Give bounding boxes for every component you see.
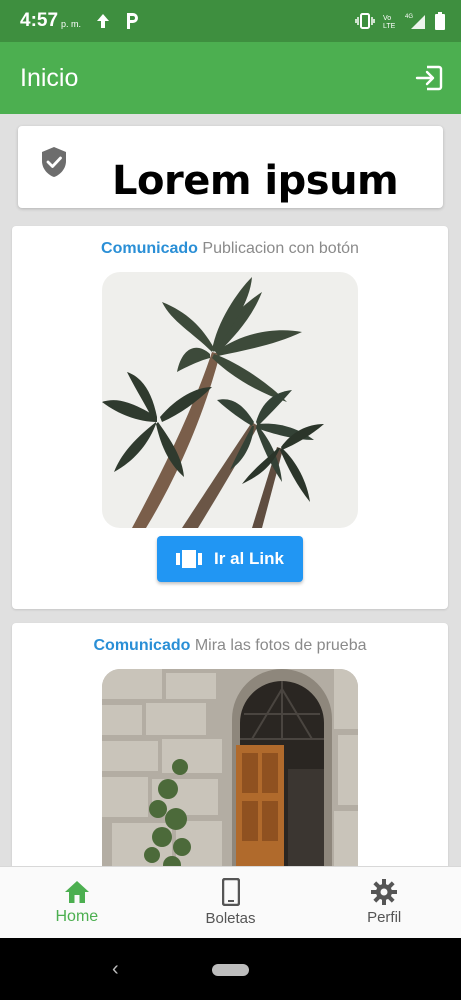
logout-button[interactable] [413, 62, 445, 94]
status-bar: 4:57 p. m. Vo LTE 4G [0, 0, 461, 42]
nav-item-home[interactable]: Home [0, 867, 154, 938]
vibrate-icon [355, 13, 375, 29]
nav-label-perfil: Perfil [367, 909, 402, 926]
logout-icon [415, 65, 443, 91]
view-carousel-icon [176, 550, 203, 568]
nav-item-boletas[interactable]: Boletas [154, 867, 308, 938]
post-header: Comunicado Publicacion con botón [12, 240, 448, 258]
notification-icon [97, 14, 110, 28]
post-image-palm-trees[interactable] [102, 272, 358, 528]
nav-label-home: Home [55, 907, 99, 925]
page-title: Inicio [20, 63, 79, 92]
shield-check-icon [42, 147, 66, 177]
post-category: Comunicado [101, 240, 198, 257]
post-title: Publicacion con botón [202, 240, 359, 257]
svg-text:4G: 4G [405, 14, 413, 20]
signal-icon: 4G [405, 14, 425, 29]
post-header: Comunicado Mira las fotos de prueba [12, 637, 448, 655]
post-title: Mira las fotos de prueba [194, 637, 367, 654]
svg-text:LTE: LTE [383, 23, 396, 29]
nav-item-perfil[interactable]: Perfil [307, 867, 461, 938]
bottom-nav: Home Boletas Perfil [0, 866, 461, 938]
status-ampm: p. m. [61, 19, 82, 29]
phone-icon [221, 878, 240, 906]
open-link-button[interactable]: Ir al Link [157, 536, 303, 582]
gear-icon [371, 879, 398, 905]
home-icon [64, 880, 89, 903]
post-category: Comunicado [93, 637, 191, 654]
volte-icon: VoLTE [383, 15, 396, 29]
app-bar: Inicio [0, 42, 461, 114]
status-time: 4:57 [20, 10, 59, 31]
home-gesture-pill[interactable] [212, 964, 249, 976]
battery-icon [435, 12, 445, 30]
back-chevron-icon[interactable]: ‹ [112, 958, 119, 981]
svg-text:Vo: Vo [383, 15, 391, 22]
system-nav-bar: ‹ [0, 938, 461, 1000]
post-card: Comunicado Publicacion con botón Ir al L… [12, 226, 448, 609]
nav-label-boletas: Boletas [205, 910, 256, 927]
banner-label: Lorem ipsum [96, 156, 415, 208]
open-link-label: Ir al Link [214, 549, 284, 568]
parking-app-icon [127, 13, 139, 29]
feed[interactable]: Lorem ipsum Comunicado Publicacion con b… [0, 114, 461, 866]
post-card: Comunicado Mira las fotos de prueba [12, 623, 448, 866]
post-image-doorway[interactable] [102, 669, 358, 866]
